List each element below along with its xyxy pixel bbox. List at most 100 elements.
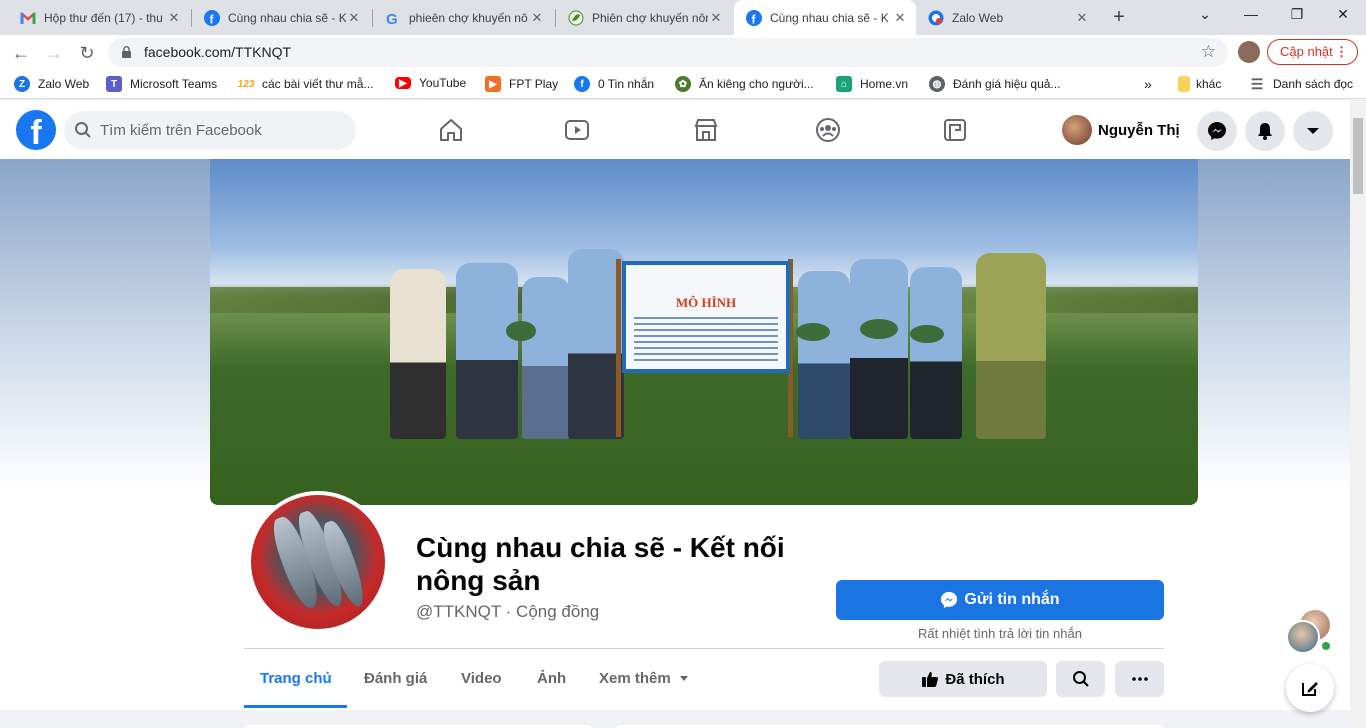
tab-more[interactable]: Xem thêm (599, 670, 689, 687)
cover-area: MÔ HÌNH (0, 159, 1350, 728)
reload-icon[interactable]: ↻ (75, 41, 99, 65)
cover-melon (860, 319, 898, 339)
liked-button[interactable]: Đã thích (879, 661, 1047, 697)
scrollbar-thumb[interactable] (1353, 118, 1363, 194)
bookmark-label: Ăn kiêng cho người... (699, 77, 814, 91)
search-input[interactable] (100, 111, 340, 150)
browser-tab-facebook[interactable]: f Cùng nhau chia sẽ - K ✕ (192, 0, 370, 35)
close-icon[interactable]: ✕ (1074, 10, 1090, 26)
bookmarks-overflow-chevron[interactable]: » (1144, 76, 1152, 92)
browser-profile-avatar[interactable] (1238, 41, 1260, 63)
tab-reviews[interactable]: Đánh giá (364, 670, 427, 687)
bookmark-label: Microsoft Teams (130, 77, 218, 91)
facebook-icon: f (746, 9, 762, 26)
more-options-button[interactable] (1115, 661, 1164, 697)
bookmark-label: Danh sách đọc (1273, 77, 1354, 91)
bookmark-an-kieng[interactable]: ✿ Ăn kiêng cho người... (675, 76, 814, 92)
new-tab-button[interactable]: + (1108, 7, 1130, 29)
caret-down-icon (1307, 128, 1319, 134)
page-profile-picture[interactable] (247, 491, 389, 633)
browser-tab-facebook-active[interactable]: f Cùng nhau chia sẽ - K ✕ (734, 0, 916, 35)
response-note: Rất nhiệt tình trả lời tin nhắn (918, 626, 1082, 641)
groups-icon[interactable] (810, 112, 846, 148)
browser-tab-zalo[interactable]: Zalo Web ✕ (916, 0, 1098, 35)
search-icon (1072, 671, 1089, 687)
cover-person (456, 263, 518, 439)
messenger-button[interactable] (1197, 111, 1237, 151)
close-window-button[interactable]: ✕ (1320, 0, 1366, 30)
send-message-label: Gửi tin nhắn (964, 591, 1060, 608)
leaf-icon (568, 10, 584, 26)
profile-shortcut[interactable]: Nguyễn Thị (1062, 115, 1180, 145)
facebook-search[interactable] (64, 111, 356, 150)
update-button[interactable]: Cập nhật ⋮ (1267, 39, 1358, 65)
bookmark-teams[interactable]: T Microsoft Teams (106, 76, 217, 92)
tab-videos[interactable]: Video (461, 670, 502, 687)
home-icon[interactable] (433, 112, 469, 148)
bell-icon (1258, 123, 1272, 140)
bookmark-home-vn[interactable]: ⌂ Home.vn (836, 76, 908, 92)
overflow-label: » (1144, 76, 1152, 92)
bookmark-fpt-play[interactable]: ▶ FPT Play (485, 76, 558, 92)
account-menu-button[interactable] (1293, 111, 1333, 151)
facebook-logo-icon[interactable]: f (16, 110, 56, 150)
bookmark-tin-nhan[interactable]: f 0 Tin nhắn (574, 76, 654, 92)
bookmark-danh-gia[interactable]: ◍ Đánh giá hiệu quả... (929, 76, 1060, 92)
facebook-icon: f (204, 9, 220, 26)
header-divider (244, 648, 1164, 649)
chat-heads[interactable] (1286, 608, 1334, 656)
cover-person (910, 267, 962, 439)
cover-person (976, 253, 1046, 439)
cover-photo[interactable]: MÔ HÌNH (210, 159, 1198, 505)
svg-text:G: G (386, 11, 398, 26)
teams-icon: T (106, 76, 122, 92)
back-arrow-icon[interactable]: ← (9, 41, 33, 65)
bookmark-bai-viet[interactable]: 123 các bài viết thư mẫ... (238, 76, 374, 92)
close-icon[interactable]: ✕ (166, 10, 182, 26)
page-search-button[interactable] (1056, 661, 1105, 697)
cover-melon (506, 321, 536, 341)
close-icon[interactable]: ✕ (346, 10, 362, 26)
browser-tab-google[interactable]: G phieên chợ khuyến nô ✕ (373, 0, 553, 35)
address-bar[interactable]: facebook.com/TTKNQT ☆ (108, 38, 1228, 67)
facebook-icon: f (574, 76, 590, 92)
close-icon[interactable]: ✕ (892, 10, 908, 26)
reading-list[interactable]: ☰ Danh sách đọc (1249, 76, 1353, 92)
cover-sign: MÔ HÌNH (622, 261, 790, 373)
send-message-button[interactable]: Gửi tin nhắn (836, 580, 1164, 620)
tab-home[interactable]: Trang chủ (260, 670, 332, 687)
bookmark-star-icon[interactable]: ☆ (1201, 42, 1216, 62)
browser-tab-phien-cho[interactable]: Phiên chợ khuyến nôn ✕ (556, 0, 732, 35)
bookmark-label: Zalo Web (38, 77, 90, 91)
zalo-icon: Z (14, 76, 30, 92)
page-scrollbar[interactable] (1350, 100, 1366, 728)
cover-melon (796, 323, 830, 341)
marketplace-icon[interactable] (688, 112, 724, 148)
browser-tab-gmail[interactable]: Hộp thư đến (17) - thu ✕ (8, 0, 190, 35)
url-text[interactable]: facebook.com/TTKNQT (144, 44, 291, 60)
other-bookmarks[interactable]: khác (1178, 76, 1221, 92)
watch-video-icon[interactable] (559, 112, 595, 148)
bookmark-zalo[interactable]: Z Zalo Web (14, 76, 89, 92)
globe-icon: ◍ (929, 76, 945, 92)
new-message-button[interactable] (1286, 664, 1334, 712)
more-dots-icon (1131, 677, 1148, 681)
tab-photos[interactable]: Ảnh (537, 670, 566, 687)
gmail-icon (20, 10, 36, 26)
home-icon: ⌂ (836, 76, 852, 92)
bookmark-label: 0 Tin nhắn (598, 77, 655, 91)
gaming-icon[interactable] (937, 112, 973, 148)
forward-arrow-icon[interactable]: → (42, 41, 66, 65)
tab-search-chevron-icon[interactable]: ⌄ (1182, 0, 1228, 30)
leaf-icon: ✿ (675, 76, 691, 92)
notifications-button[interactable] (1245, 111, 1285, 151)
close-icon[interactable]: ✕ (529, 10, 545, 26)
bookmark-youtube[interactable]: ▶ YouTube (395, 76, 466, 90)
page-handle: @TTKNQT · Cộng đồng (416, 602, 600, 621)
tab-title: Cùng nhau chia sẽ - K (770, 10, 889, 25)
messenger-icon (941, 591, 958, 609)
bookmark-label: Home.vn (860, 77, 909, 91)
close-icon[interactable]: ✕ (708, 10, 724, 26)
minimize-button[interactable]: — (1228, 0, 1274, 30)
restore-button[interactable]: ❐ (1274, 0, 1320, 30)
